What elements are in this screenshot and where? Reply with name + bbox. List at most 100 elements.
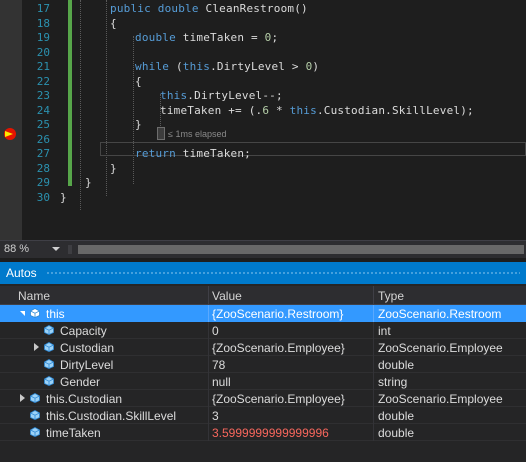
- breakpoint-margin[interactable]: [0, 0, 22, 240]
- column-header-type[interactable]: Type: [378, 289, 404, 303]
- autos-row-value[interactable]: {ZooScenario.Employee}: [212, 392, 345, 406]
- autos-row[interactable]: this.Custodian.SkillLevel 3 double: [0, 407, 526, 424]
- chevron-down-icon[interactable]: [52, 247, 60, 251]
- line-number: 24: [36, 103, 50, 117]
- property-icon: [44, 325, 54, 335]
- column-divider: [208, 356, 209, 373]
- line-number: 19: [36, 31, 50, 44]
- autos-title: Autos: [6, 266, 37, 280]
- object-icon: [30, 308, 40, 318]
- code-line[interactable]: }: [135, 118, 142, 132]
- code-editor[interactable]: 17 public double CleanRestroom() 18 {19 doub…: [0, 0, 526, 240]
- property-icon: [44, 359, 54, 369]
- autos-row-name: this.Custodian.SkillLevel: [46, 409, 177, 423]
- autos-row-name: DirtyLevel: [60, 358, 114, 372]
- code-token: this: [289, 103, 317, 117]
- column-divider: [208, 373, 209, 390]
- code-token: while: [135, 60, 176, 73]
- code-token: this: [160, 89, 188, 102]
- expand-arrow-icon[interactable]: [34, 343, 39, 351]
- code-line[interactable]: return timeTaken;: [135, 147, 251, 161]
- autos-row[interactable]: Custodian {ZooScenario.Employee} ZooScenar…: [0, 339, 526, 356]
- autos-row-value[interactable]: 0: [212, 324, 219, 338]
- autos-row-value[interactable]: 78: [212, 358, 225, 372]
- code-token: double: [135, 31, 183, 44]
- column-header-value[interactable]: Value: [212, 289, 242, 303]
- code-line[interactable]: {: [110, 17, 117, 31]
- code-token: ): [312, 60, 320, 73]
- autos-row[interactable]: timeTaken 3.5999999999999996 double: [0, 424, 526, 441]
- property-icon: [30, 393, 40, 403]
- autos-row[interactable]: Gender null string: [0, 373, 526, 390]
- code-token: (: [175, 60, 183, 73]
- column-divider: [373, 356, 374, 373]
- autos-row[interactable]: this {ZooScenario.Restroom} ZooScenario.Re…: [0, 305, 526, 322]
- expand-arrow-icon[interactable]: [20, 394, 25, 402]
- code-token: this: [182, 60, 211, 73]
- line-number: 20: [36, 45, 50, 59]
- autos-row[interactable]: Capacity 0 int: [0, 322, 526, 339]
- code-line[interactable]: timeTaken += (.6 * this.Custodian.SkillL…: [160, 104, 474, 118]
- autos-row-type: double: [378, 358, 415, 372]
- autos-row-name: this.Custodian: [46, 392, 123, 406]
- code-token: }: [135, 118, 142, 131]
- autos-row-name: timeTaken: [46, 426, 101, 440]
- autos-row[interactable]: this.Custodian {ZooScenario.Employee} ZooS…: [0, 390, 526, 407]
- autos-column-header: Name Value Type: [0, 286, 526, 305]
- brace-match-highlight: [157, 127, 165, 140]
- breakpoint-current-statement-icon[interactable]: [4, 128, 16, 140]
- drag-grip[interactable]: [46, 271, 520, 276]
- code-line[interactable]: }: [110, 162, 117, 176]
- code-line[interactable]: }: [60, 191, 67, 205]
- column-divider: [208, 339, 209, 356]
- zoom-level: 88 %: [4, 243, 30, 255]
- column-divider: [373, 424, 374, 441]
- autos-row-type: int: [378, 324, 391, 338]
- column-divider: [373, 407, 374, 424]
- autos-row-value[interactable]: 3: [212, 409, 219, 423]
- autos-row-value[interactable]: 3.5999999999999996: [212, 426, 329, 440]
- horizontal-scrollbar-track[interactable]: [68, 245, 72, 254]
- indent-guide: [133, 36, 134, 184]
- autos-row-type: double: [378, 426, 415, 440]
- autos-row-type: ZooScenario.Employee: [378, 341, 503, 355]
- code-line[interactable]: while (this.DirtyLevel > 0): [135, 60, 319, 74]
- autos-row-value[interactable]: {ZooScenario.Employee}: [212, 341, 345, 355]
- column-divider[interactable]: [373, 286, 374, 305]
- line-number: 18: [36, 16, 50, 30]
- autos-row-value[interactable]: {ZooScenario.Restroom}: [212, 307, 343, 321]
- code-line[interactable]: {: [135, 75, 142, 89]
- column-divider: [208, 424, 209, 441]
- column-divider: [208, 407, 209, 424]
- code-line[interactable]: }: [85, 176, 92, 190]
- column-divider: [208, 322, 209, 339]
- code-token: .DirtyLevel >: [210, 60, 306, 73]
- collapse-arrow-icon[interactable]: [20, 311, 25, 316]
- autos-row-type: string: [378, 375, 408, 389]
- code-token: timeTaken;: [182, 147, 251, 160]
- autos-row-name: this: [46, 307, 65, 321]
- column-divider: [373, 373, 374, 390]
- autos-row-name: Gender: [60, 375, 101, 389]
- column-header-name[interactable]: Name: [18, 289, 50, 303]
- horizontal-scrollbar-thumb[interactable]: [78, 245, 524, 254]
- line-number: 21: [36, 60, 50, 73]
- column-divider: [208, 305, 209, 322]
- line-number: 23: [36, 89, 50, 102]
- indent-guide: [106, 0, 107, 196]
- code-line[interactable]: double timeTaken = 0;: [135, 31, 278, 45]
- autos-title-bar[interactable]: Autos: [0, 262, 526, 284]
- code-line[interactable]: this.DirtyLevel--;: [160, 89, 283, 103]
- code-token: CleanRestroom(): [205, 2, 308, 15]
- property-icon: [30, 427, 40, 437]
- property-icon: [44, 376, 54, 386]
- code-token: .DirtyLevel--;: [187, 89, 283, 102]
- line-number: 30: [36, 190, 50, 204]
- column-divider[interactable]: [208, 286, 209, 305]
- code-token: timeTaken =: [182, 31, 265, 44]
- code-token: .Custodian.SkillLevel);: [316, 103, 474, 117]
- autos-row[interactable]: DirtyLevel 78 double: [0, 356, 526, 373]
- perf-tip[interactable]: ≤ 1ms elapsed: [168, 129, 226, 139]
- autos-row-value[interactable]: null: [212, 375, 231, 389]
- code-line[interactable]: public double CleanRestroom(): [110, 2, 308, 16]
